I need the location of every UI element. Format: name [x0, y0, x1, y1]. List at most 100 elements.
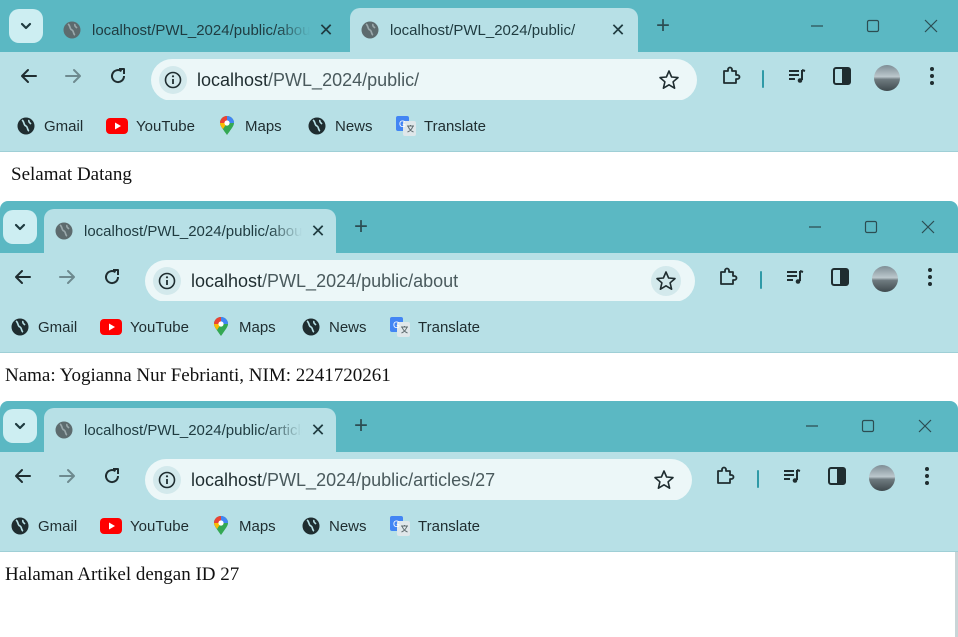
side-panel-button[interactable] [821, 460, 853, 492]
bookmark-label: YouTube [130, 318, 189, 336]
chevron-down-icon [14, 422, 26, 430]
new-tab-button[interactable]: + [649, 12, 677, 40]
bookmark-news[interactable]: News [301, 513, 367, 539]
bookmark-news[interactable]: News [307, 113, 373, 139]
tab-title: localhost/PWL_2024/public/about [84, 222, 302, 240]
maximize-button[interactable] [848, 211, 894, 243]
address-bar[interactable]: localhost/PWL_2024/public/articles/27 [145, 459, 692, 501]
back-button[interactable] [13, 60, 45, 92]
star-icon [659, 70, 679, 89]
bookmark-label: News [329, 318, 367, 336]
globe-icon [307, 116, 327, 136]
tab-home[interactable]: localhost/PWL_2024/public/ ✕ [350, 8, 638, 52]
bookmark-youtube[interactable]: YouTube [100, 513, 189, 539]
profile-avatar[interactable] [874, 65, 900, 91]
bookmark-label: YouTube [136, 117, 195, 135]
address-bar[interactable]: localhost/PWL_2024/public/ [151, 59, 697, 101]
reload-button[interactable] [102, 60, 134, 92]
forward-button[interactable] [51, 460, 83, 492]
tab-about[interactable]: localhost/PWL_2024/public/about ✕ [44, 209, 336, 253]
back-button[interactable] [7, 460, 39, 492]
star-icon [656, 271, 676, 290]
page-content: Selamat Datang [0, 152, 958, 201]
bookmark-label: Maps [239, 517, 276, 535]
site-info-button[interactable] [153, 466, 181, 494]
menu-button[interactable] [911, 460, 943, 492]
tab-search-button[interactable] [3, 210, 37, 244]
close-tab-icon[interactable]: ✕ [608, 20, 628, 40]
bookmark-label: Gmail [38, 517, 78, 535]
tab-strip: localhost/PWL_2024/public/about ✕ + [0, 201, 958, 253]
bookmark-star-button[interactable] [657, 68, 681, 92]
close-window-button[interactable] [905, 211, 951, 243]
tab-strip: localhost/PWL_2024/public/about ✕ localh… [0, 0, 958, 52]
bookmark-youtube[interactable]: YouTube [100, 314, 189, 340]
bookmark-label: Gmail [38, 318, 78, 336]
media-control-button[interactable] [776, 460, 808, 492]
site-info-button[interactable] [153, 267, 181, 295]
reload-icon [111, 68, 126, 84]
back-button[interactable] [7, 261, 39, 293]
menu-button[interactable] [914, 261, 946, 293]
tab-about[interactable]: localhost/PWL_2024/public/about ✕ [52, 8, 344, 52]
address-bar[interactable]: localhost/PWL_2024/public/about [145, 260, 695, 302]
extensions-button[interactable] [712, 261, 744, 293]
tab-search-button[interactable] [3, 409, 37, 443]
reload-button[interactable] [96, 261, 128, 293]
profile-avatar[interactable] [869, 465, 895, 491]
more-vertical-icon [928, 268, 932, 286]
media-control-button[interactable] [779, 261, 811, 293]
maximize-button[interactable] [845, 410, 891, 442]
new-tab-button[interactable]: + [347, 213, 375, 241]
side-panel-icon [831, 268, 849, 286]
bookmark-gmail[interactable]: Gmail [16, 113, 83, 139]
toolbar: localhost/PWL_2024/public/about [0, 253, 958, 302]
forward-button[interactable] [57, 60, 89, 92]
minimize-icon [811, 25, 823, 27]
bookmark-star-button[interactable] [652, 468, 676, 492]
new-tab-button[interactable]: + [347, 412, 375, 440]
minimize-button[interactable] [789, 410, 835, 442]
globe-icon [16, 116, 36, 136]
close-tab-icon[interactable]: ✕ [308, 420, 328, 440]
globe-icon [55, 222, 73, 240]
site-info-button[interactable] [159, 66, 187, 94]
forward-button[interactable] [51, 261, 83, 293]
close-tab-icon[interactable]: ✕ [316, 20, 336, 40]
extensions-button[interactable] [709, 460, 741, 492]
toolbar: localhost/PWL_2024/public/ [0, 52, 958, 101]
bookmark-translate[interactable]: G Translate [390, 314, 480, 340]
reload-button[interactable] [96, 460, 128, 492]
page-text: Halaman Artikel dengan ID 27 [5, 564, 240, 585]
menu-button[interactable] [916, 60, 948, 92]
profile-avatar[interactable] [872, 266, 898, 292]
bookmark-label: News [329, 517, 367, 535]
extensions-button[interactable] [715, 60, 747, 92]
close-tab-icon[interactable]: ✕ [308, 221, 328, 241]
tab-search-button[interactable] [9, 9, 43, 43]
tab-article[interactable]: localhost/PWL_2024/public/articles/27 ✕ [44, 408, 336, 452]
side-panel-button[interactable] [826, 60, 858, 92]
bookmark-maps[interactable]: Maps [217, 113, 282, 139]
bookmark-translate[interactable]: G Translate [396, 113, 486, 139]
bookmark-gmail[interactable]: Gmail [10, 314, 77, 340]
bookmark-gmail[interactable]: Gmail [10, 513, 77, 539]
bookmark-translate[interactable]: G Translate [390, 513, 480, 539]
playlist-music-icon [787, 270, 804, 284]
bookmark-youtube[interactable]: YouTube [106, 113, 195, 139]
bookmark-star-button[interactable] [651, 266, 681, 296]
close-window-button[interactable] [902, 410, 948, 442]
bookmark-news[interactable]: News [301, 314, 367, 340]
bookmark-label: Translate [424, 117, 486, 135]
close-window-button[interactable] [908, 10, 954, 42]
bookmark-maps[interactable]: Maps [211, 513, 276, 539]
bookmark-maps[interactable]: Maps [211, 314, 276, 340]
minimize-icon [809, 226, 821, 228]
bookmarks-bar: Gmail YouTube Maps News G Translate [0, 500, 958, 552]
minimize-button[interactable] [792, 211, 838, 243]
side-panel-button[interactable] [824, 261, 856, 293]
maximize-button[interactable] [850, 10, 896, 42]
media-control-button[interactable] [781, 60, 813, 92]
minimize-button[interactable] [794, 10, 840, 42]
maps-pin-icon [211, 516, 231, 536]
